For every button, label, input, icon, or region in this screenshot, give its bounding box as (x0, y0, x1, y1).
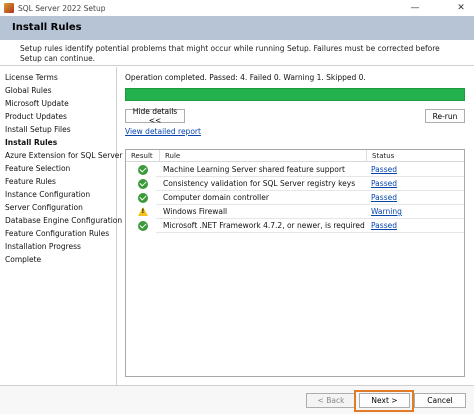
progress-bar (125, 88, 465, 101)
sidebar-item-license-terms[interactable]: License Terms (5, 73, 58, 82)
column-header-result[interactable]: Result (131, 152, 153, 160)
main-content: Operation completed. Passed: 4. Failed 0… (118, 67, 474, 385)
table-row[interactable]: Computer domain controller Passed (126, 191, 464, 205)
window-title: SQL Server 2022 Setup (18, 3, 106, 13)
minimize-icon: — (410, 3, 420, 13)
sidebar-item-feature-configuration-rules[interactable]: Feature Configuration Rules (5, 229, 109, 238)
warning-icon (138, 207, 148, 216)
rules-grid-header: Result Rule Status (126, 150, 464, 162)
column-header-rule[interactable]: Rule (165, 152, 180, 160)
sidebar-item-database-engine-configuration[interactable]: Database Engine Configuration (5, 216, 122, 225)
check-icon (138, 221, 148, 231)
status-link[interactable]: Passed (371, 179, 397, 188)
sidebar-item-feature-rules[interactable]: Feature Rules (5, 177, 56, 186)
sidebar-item-server-configuration[interactable]: Server Configuration (5, 203, 83, 212)
table-row[interactable]: Consistency validation for SQL Server re… (126, 177, 464, 191)
status-link[interactable]: Passed (371, 193, 397, 202)
operation-status-text: Operation completed. Passed: 4. Failed 0… (125, 73, 366, 82)
cancel-button[interactable]: Cancel (414, 393, 466, 408)
warning-icon-slot (138, 207, 148, 217)
sidebar-item-azure-extension[interactable]: Azure Extension for SQL Server (5, 151, 122, 160)
column-separator (159, 150, 160, 162)
sidebar-item-installation-progress[interactable]: Installation Progress (5, 242, 81, 251)
status-link[interactable]: Passed (371, 221, 397, 230)
rule-name: Microsoft .NET Framework 4.7.2, or newer… (163, 221, 365, 230)
rule-name: Windows Firewall (163, 207, 228, 216)
sql-server-app-icon (4, 3, 14, 13)
rule-name: Computer domain controller (163, 193, 269, 202)
sidebar-item-feature-selection[interactable]: Feature Selection (5, 164, 70, 173)
sidebar-item-complete[interactable]: Complete (5, 255, 41, 264)
page-header: Install Rules Setup rules identify poten… (0, 16, 474, 66)
sidebar-item-microsoft-update[interactable]: Microsoft Update (5, 99, 69, 108)
setup-steps-sidebar: License Terms Global Rules Microsoft Upd… (0, 67, 122, 385)
minimize-button[interactable]: — (404, 0, 426, 16)
close-icon: ✕ (457, 3, 465, 13)
status-link[interactable]: Warning (371, 207, 402, 216)
sidebar-item-global-rules[interactable]: Global Rules (5, 86, 52, 95)
sidebar-item-install-rules[interactable]: Install Rules (5, 138, 57, 147)
column-separator (366, 150, 367, 162)
page-title: Install Rules (12, 22, 82, 33)
column-header-status[interactable]: Status (372, 152, 394, 160)
check-icon (138, 165, 148, 175)
table-row[interactable]: Machine Learning Server shared feature s… (126, 163, 464, 177)
status-link[interactable]: Passed (371, 165, 397, 174)
rule-name: Machine Learning Server shared feature s… (163, 165, 345, 174)
table-row[interactable]: Microsoft .NET Framework 4.7.2, or newer… (126, 219, 464, 233)
sidebar-item-instance-configuration[interactable]: Instance Configuration (5, 190, 90, 199)
rerun-button[interactable]: Re-run (425, 109, 465, 123)
view-detailed-report-link[interactable]: View detailed report (125, 127, 201, 136)
window-titlebar: SQL Server 2022 Setup (0, 0, 474, 16)
close-window-button[interactable]: ✕ (450, 0, 472, 16)
page-description: Setup rules identify potential problems … (20, 44, 440, 63)
back-button[interactable]: < Back (306, 393, 356, 408)
sidebar-item-product-updates[interactable]: Product Updates (5, 112, 67, 121)
hide-details-button[interactable]: Hide details << (125, 107, 185, 125)
sidebar-item-install-setup-files[interactable]: Install Setup Files (5, 125, 71, 134)
rule-name: Consistency validation for SQL Server re… (163, 179, 356, 188)
check-icon (138, 179, 148, 189)
table-row[interactable]: Windows Firewall Warning (126, 205, 464, 219)
next-button-highlight (354, 390, 414, 412)
row-divider (156, 232, 464, 233)
rules-grid: Result Rule Status Machine Learning Serv… (125, 149, 465, 377)
check-icon (138, 193, 148, 203)
